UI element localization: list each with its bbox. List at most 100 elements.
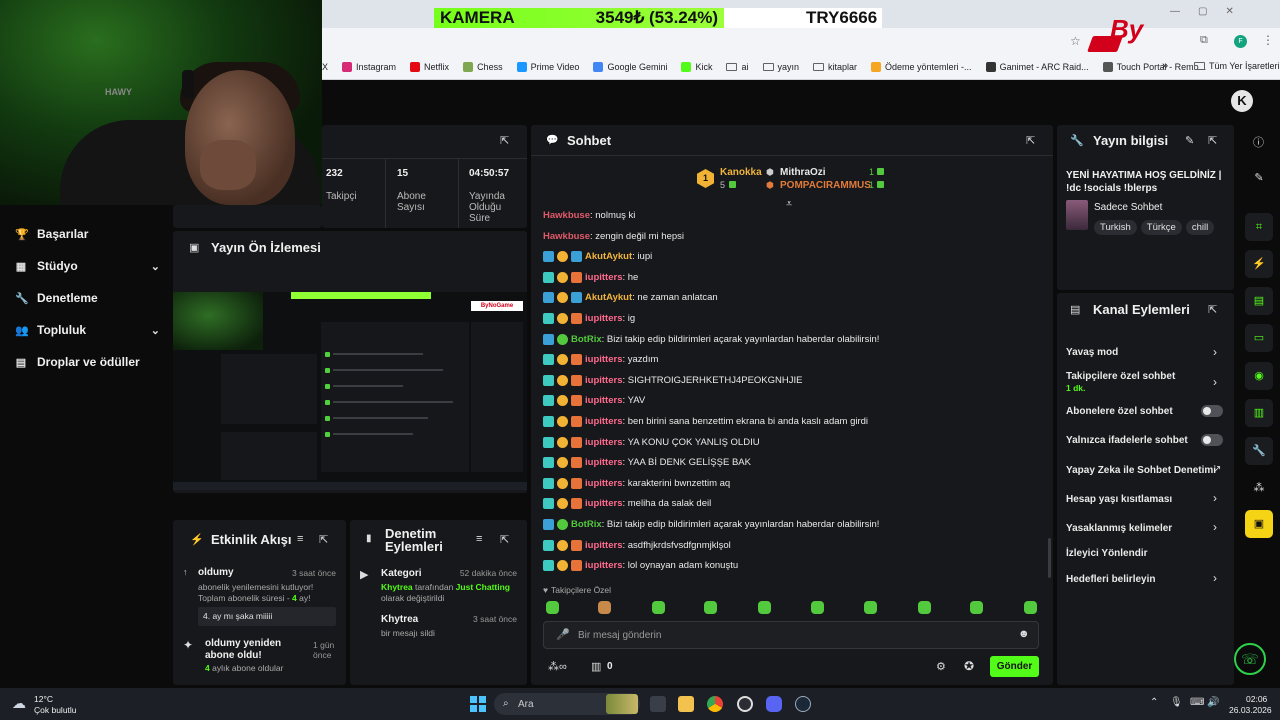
weather-desc[interactable]: Çok bulutlu [34, 705, 77, 715]
popout-icon[interactable]: ⇱ [1026, 134, 1035, 147]
broadcast-icon[interactable]: ◉ [1245, 362, 1273, 390]
chat-icon[interactable]: ▭ [1245, 324, 1273, 352]
popout-icon[interactable]: ⇱ [1208, 303, 1217, 316]
emote-icon[interactable] [811, 601, 824, 614]
chat-message[interactable]: iupitters: YA KONU ÇOK YANLIŞ OLDIU [543, 436, 760, 448]
steam-icon[interactable] [795, 696, 811, 712]
emote-icon[interactable] [598, 601, 611, 614]
chat-username[interactable]: iupitters [585, 437, 622, 448]
tools-icon[interactable]: 🔧 [1245, 437, 1273, 465]
bookmark-item[interactable]: X [322, 62, 328, 72]
chat-username[interactable]: iupitters [585, 498, 622, 509]
gifter-name[interactable]: POMPACIRAMMUS [780, 180, 871, 191]
tag[interactable]: Turkish [1094, 220, 1137, 235]
emote-icon[interactable] [1024, 601, 1037, 614]
emote-icon[interactable] [758, 601, 771, 614]
mod-tools-icon[interactable]: ✪ [964, 659, 974, 673]
star-icon[interactable]: ☆ [1070, 34, 1081, 48]
chat-message[interactable]: iupitters: he [543, 271, 638, 283]
host-viewers-row[interactable]: İzleyici Yönlendir [1066, 548, 1148, 559]
chrome-icon[interactable] [707, 696, 723, 712]
windows-start-icon[interactable] [470, 696, 486, 712]
extension-icon[interactable]: ▣ [1245, 510, 1273, 538]
set-goals-row[interactable]: Hedefleri belirleyin [1066, 574, 1155, 585]
bookmark-item[interactable]: Prime Video [516, 61, 579, 72]
chat-message[interactable]: iupitters: asdfhjkrdsfvsdfgnmjklşol [543, 539, 731, 551]
sidebar-item-studyo[interactable]: ▦ Stüdyo ⌄ [15, 259, 160, 273]
chat-username[interactable]: iupitters [585, 478, 622, 489]
lightning-icon[interactable]: ⚡ [1245, 250, 1273, 278]
bookmark-item[interactable]: Touch Portal - Remo... [1102, 61, 1206, 72]
expand-chevron-icon[interactable]: ⩡ [786, 198, 792, 211]
chat-message[interactable]: AkutAykut: iupi [543, 251, 652, 263]
chat-message[interactable]: iupitters: meliha da salak deil [543, 498, 711, 510]
file-explorer-icon[interactable] [678, 696, 694, 712]
chat-message[interactable]: iupitters: YAA Bİ DENK GELİŞŞE BAK [543, 457, 751, 469]
edit-pencil-icon[interactable]: ✎ [1185, 134, 1194, 147]
discord-icon[interactable] [766, 696, 782, 712]
chat-username[interactable]: iupitters [585, 313, 622, 324]
obs-icon[interactable] [737, 696, 753, 712]
bookmark-item[interactable]: kitaplar [813, 62, 857, 72]
all-bookmarks[interactable]: Tüm Yer İşaretleri [1194, 61, 1280, 71]
sidebar-item-denetleme[interactable]: 🔧 Denetleme [15, 291, 160, 305]
network-icon[interactable]: ⌨ [1190, 697, 1204, 708]
chat-username[interactable]: AkutAykut [585, 292, 632, 303]
info-icon[interactable]: ⓘ [1253, 134, 1264, 150]
points-icon[interactable]: ⁂∞ [548, 660, 567, 673]
bookmark-item[interactable]: Kick [681, 61, 712, 72]
emotes-only-toggle[interactable] [1201, 434, 1223, 446]
chat-username[interactable]: Hawkbuse [543, 231, 590, 242]
chevron-right-icon[interactable]: › [1213, 571, 1217, 585]
bookmarks-overflow-icon[interactable]: » [1162, 60, 1168, 72]
emoji-icon[interactable]: ☻ [1018, 628, 1030, 640]
settings-icon[interactable]: ⚙ [936, 660, 946, 673]
popout-icon[interactable]: ⇱ [500, 134, 509, 147]
bookmark-item[interactable]: Instagram [342, 61, 396, 72]
popout-icon[interactable]: ⇱ [319, 533, 328, 546]
gifter-name[interactable]: Kanokka [720, 167, 762, 178]
stream-preview-video[interactable]: ByNoGame [173, 292, 527, 490]
popout-icon[interactable]: ⇱ [500, 533, 509, 546]
chat-username[interactable]: BotRix [571, 519, 602, 530]
bookmark-item[interactable]: Chess [463, 61, 503, 72]
chat-username[interactable]: iupitters [585, 560, 622, 571]
mic-tray-icon[interactable]: 🎙 [1170, 697, 1183, 708]
weather-temp[interactable]: 12°C [34, 694, 53, 704]
chat-message[interactable]: iupitters: karakterini bwnzettim aq [543, 477, 730, 489]
chat-message[interactable]: iupitters: ben birini sana benzettim ekr… [543, 416, 868, 427]
store-icon[interactable]: ▥ [591, 660, 601, 673]
emote-icon[interactable] [704, 601, 717, 614]
task-view-icon[interactable] [650, 696, 666, 712]
send-button[interactable]: Gönder [990, 656, 1039, 677]
chevron-right-icon[interactable]: › [1213, 491, 1217, 505]
chevron-right-icon[interactable]: › [1213, 345, 1217, 359]
extensions-icon[interactable]: ⧉ [1200, 34, 1208, 47]
chevron-right-icon[interactable]: › [1213, 375, 1217, 389]
chat-username[interactable]: iupitters [585, 395, 622, 406]
clip-icon[interactable]: ⌗ [1245, 213, 1273, 241]
chevron-right-icon[interactable]: › [1213, 520, 1217, 534]
emote-icon[interactable] [546, 601, 559, 614]
chat-username[interactable]: AkutAykut [585, 251, 632, 262]
chat-message[interactable]: BotRix: Bizi takip edip bildirimleri aça… [543, 519, 879, 530]
profile-avatar[interactable]: F [1234, 35, 1247, 48]
tag[interactable]: Türkçe [1140, 220, 1182, 235]
emote-icon[interactable] [652, 601, 665, 614]
subscribers-only-toggle[interactable] [1201, 405, 1223, 417]
sidebar-item-basarilar[interactable]: 🏆 Başarılar [15, 227, 160, 241]
emote-icon[interactable] [918, 601, 931, 614]
chat-message[interactable]: iupitters: yazdım [543, 354, 658, 366]
edit-icon[interactable]: ✎ [1245, 164, 1273, 192]
emote-icon[interactable] [864, 601, 877, 614]
clock-time[interactable]: 02:06 [1246, 694, 1267, 704]
chat-message[interactable]: iupitters: SIGHTROIGJERHKETHJ4PEOKGNHJIE [543, 374, 802, 386]
sidebar-item-droplar[interactable]: ▤ Droplar ve ödüller [15, 355, 160, 369]
chat-message[interactable]: iupitters: ig [543, 313, 635, 324]
tray-chevron-icon[interactable]: ⌃ [1150, 697, 1158, 708]
banned-words-row[interactable]: Yasaklanmış kelimeler [1066, 523, 1172, 534]
filter-icon[interactable]: ≡ [297, 533, 303, 545]
browser-menu-icon[interactable]: ⋮ [1262, 33, 1274, 47]
kick-logo-icon[interactable]: K [1231, 90, 1253, 112]
volume-icon[interactable]: 🔊 [1207, 697, 1219, 708]
